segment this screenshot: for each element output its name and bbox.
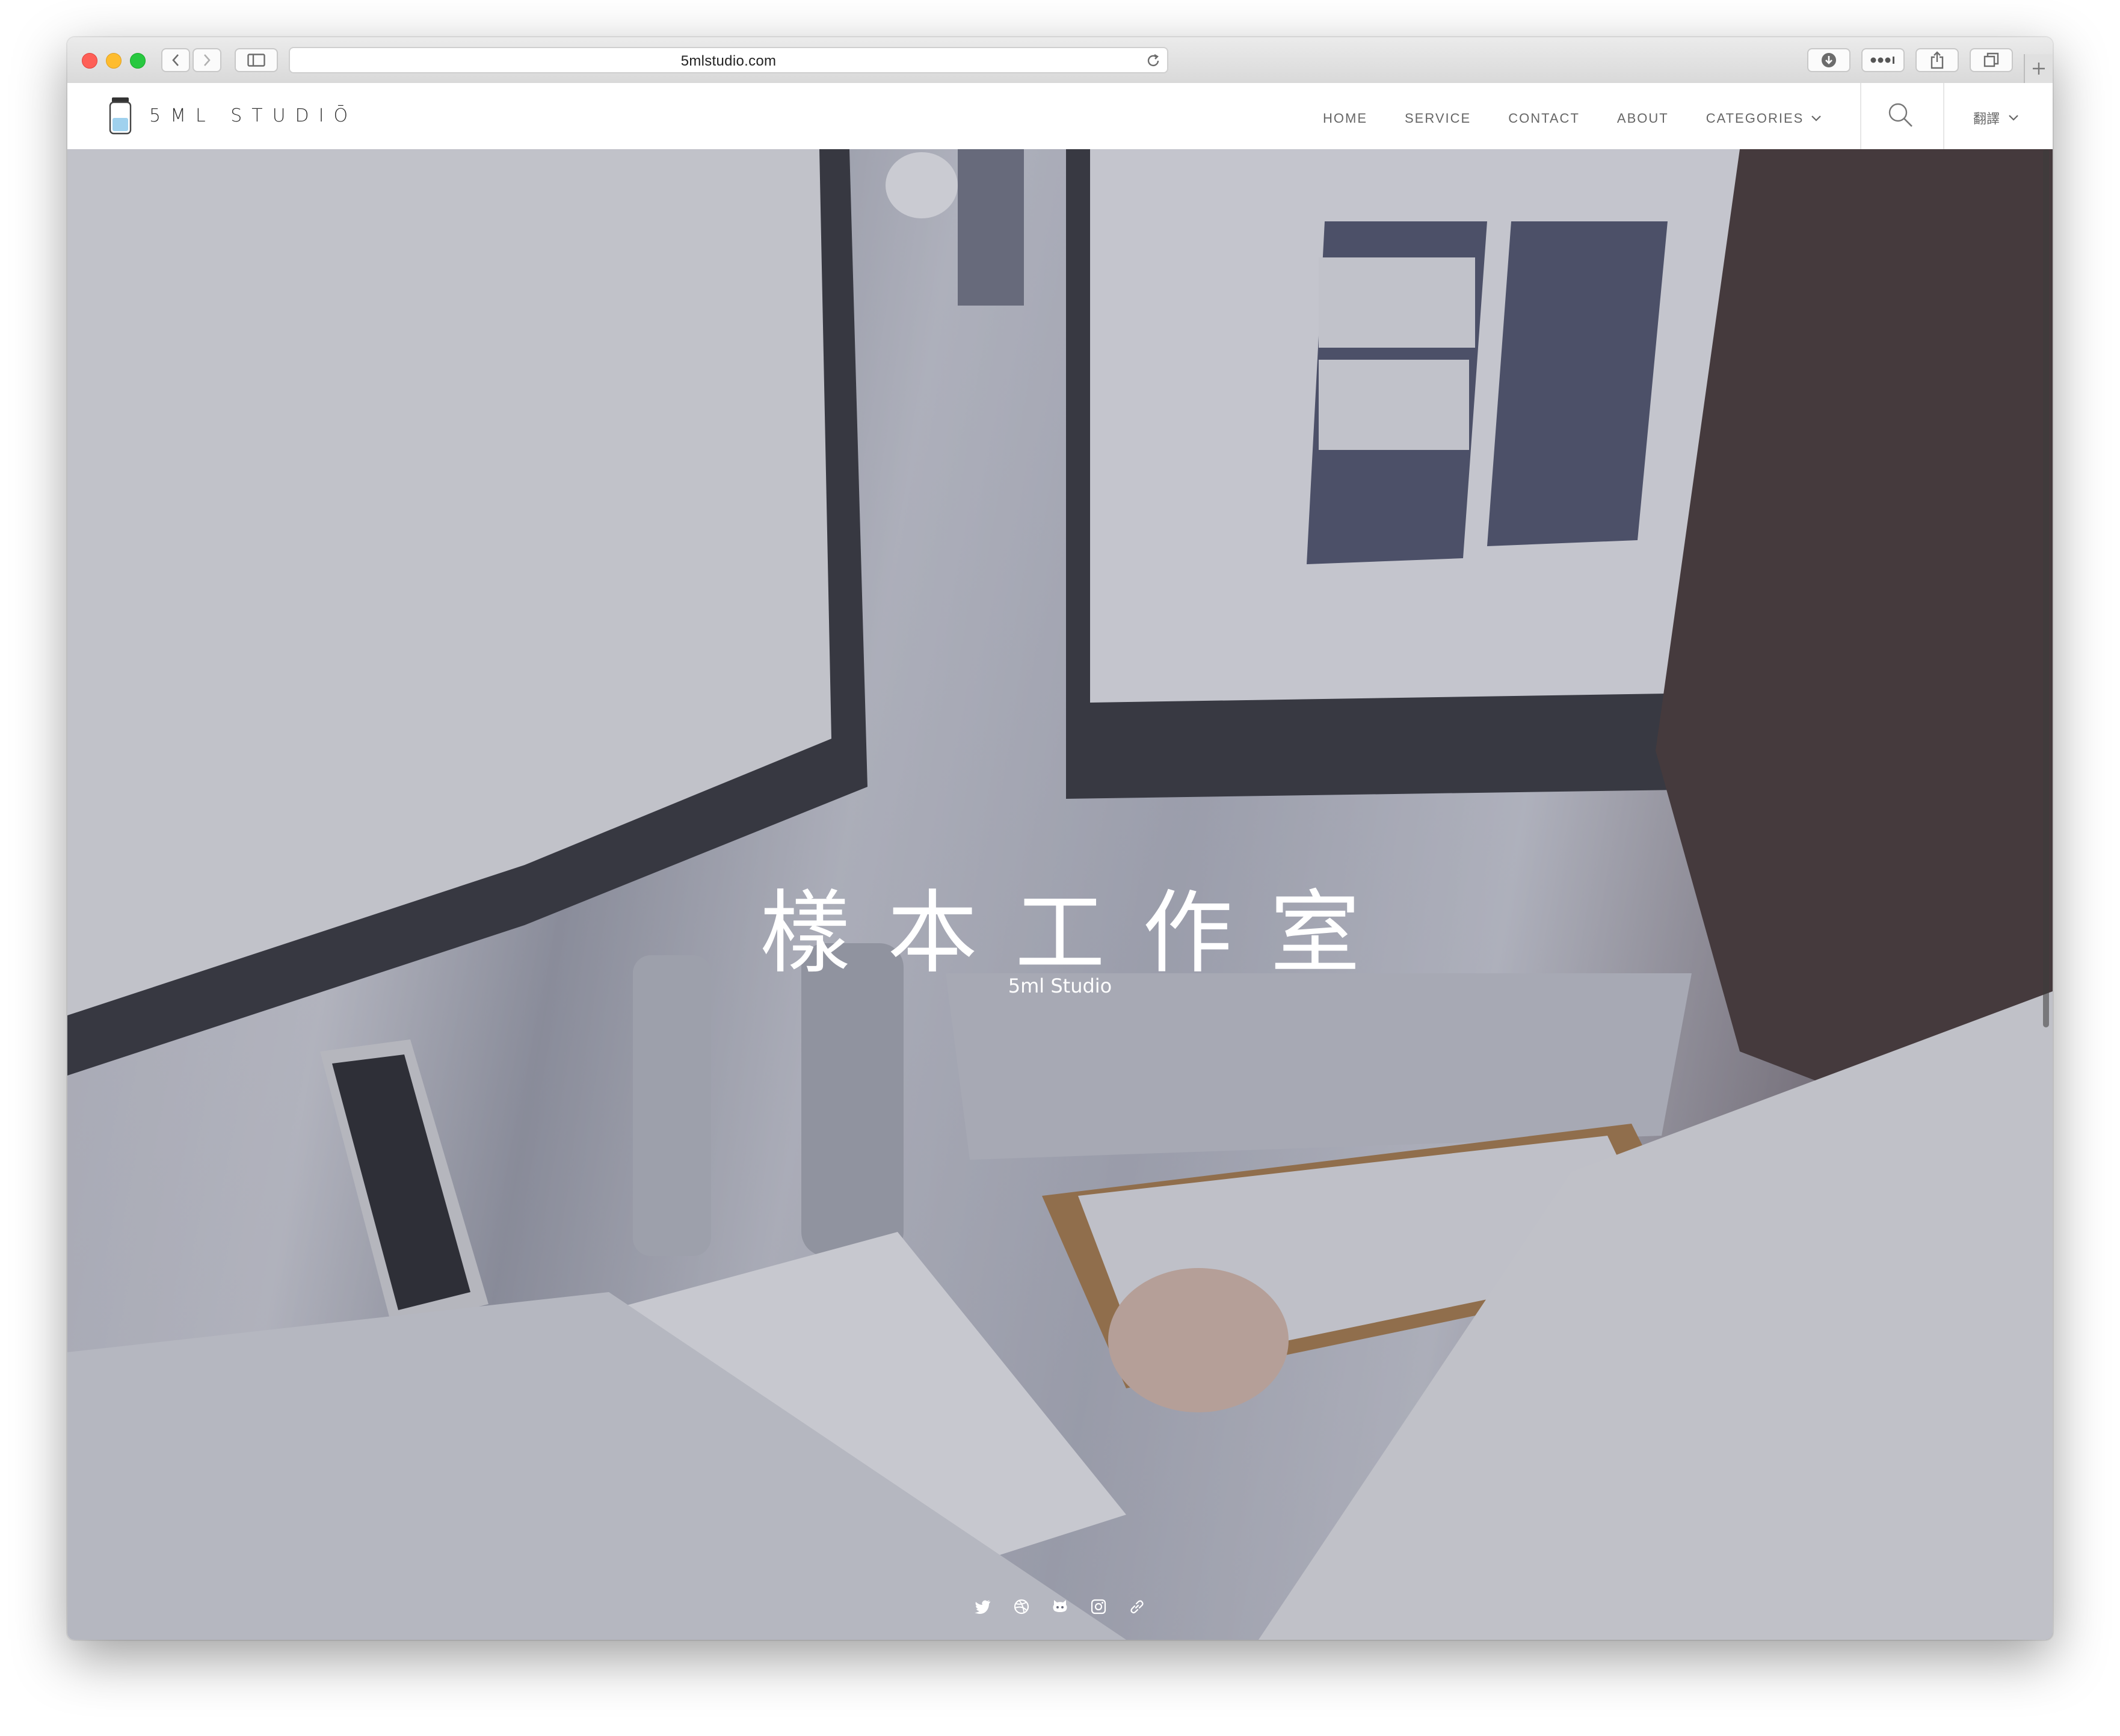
language-selector[interactable]: 翻譯 <box>1973 108 2019 128</box>
extensions-button[interactable] <box>1861 48 1905 72</box>
browser-toolbar: 5mlstudio.com <box>67 37 2053 84</box>
header-divider <box>1860 83 1861 149</box>
hero-subtitle: 5ml Studio <box>1008 974 1112 997</box>
back-button[interactable] <box>161 48 190 72</box>
reload-icon <box>1147 54 1159 66</box>
address-url: 5mlstudio.com <box>680 53 777 69</box>
close-window-button[interactable] <box>82 53 97 69</box>
tabs-icon <box>1983 52 1999 67</box>
reload-button[interactable] <box>1145 53 1161 72</box>
zoom-window-button[interactable] <box>130 53 146 69</box>
search-icon <box>1888 103 1912 127</box>
nav-categories[interactable]: CATEGORIES <box>1706 111 1822 126</box>
browser-window: 5mlstudio.com 5ML STUDIŌ HOME SERVICE CO… <box>67 37 2053 1640</box>
search-button[interactable] <box>1887 101 1914 132</box>
dribbble-icon[interactable] <box>1012 1598 1031 1616</box>
nav-about[interactable]: ABOUT <box>1617 111 1669 126</box>
github-icon[interactable] <box>1051 1598 1069 1616</box>
nav-contact[interactable]: CONTACT <box>1508 111 1580 126</box>
minimize-window-button[interactable] <box>106 53 122 69</box>
nav-categories-label: CATEGORIES <box>1706 111 1804 126</box>
downloads-button[interactable] <box>1807 48 1850 72</box>
forward-button[interactable] <box>193 48 221 72</box>
chevron-down-icon <box>1811 115 1822 122</box>
sidebar-button[interactable] <box>235 48 278 72</box>
site-header: 5ML STUDIŌ HOME SERVICE CONTACT ABOUT CA… <box>67 83 2053 150</box>
instagram-icon[interactable] <box>1089 1598 1108 1616</box>
chevron-left-icon <box>172 54 179 66</box>
download-icon <box>1822 53 1836 67</box>
social-links <box>67 1598 2053 1616</box>
nav-home[interactable]: HOME <box>1323 111 1367 126</box>
share-icon <box>1930 51 1944 69</box>
tabs-overview-button[interactable] <box>1970 48 2013 72</box>
logo-text: 5ML STUDIŌ <box>149 105 358 126</box>
sidebar-icon <box>247 54 265 67</box>
jar-logo-icon <box>109 97 132 135</box>
new-tab-button[interactable] <box>2024 54 2053 83</box>
address-bar[interactable]: 5mlstudio.com <box>289 47 1168 73</box>
nav-service[interactable]: SERVICE <box>1405 111 1471 126</box>
more-dots-icon <box>1870 57 1894 64</box>
chevron-right-icon <box>204 54 211 66</box>
hero-title: 樣本工作室 <box>759 881 1397 986</box>
link-icon[interactable] <box>1128 1598 1146 1616</box>
language-label: 翻譯 <box>1973 111 2000 126</box>
site-logo[interactable]: 5ML STUDIŌ <box>108 96 357 135</box>
main-nav: HOME SERVICE CONTACT ABOUT CATEGORIES <box>1323 111 1822 126</box>
hero-section: 樣本工作室 5ml Studio <box>67 149 2053 1640</box>
chevron-down-icon <box>2009 115 2018 121</box>
twitter-icon[interactable] <box>974 1598 992 1616</box>
plus-icon <box>2033 63 2045 75</box>
share-button[interactable] <box>1915 48 1959 72</box>
header-divider <box>1943 83 1944 149</box>
